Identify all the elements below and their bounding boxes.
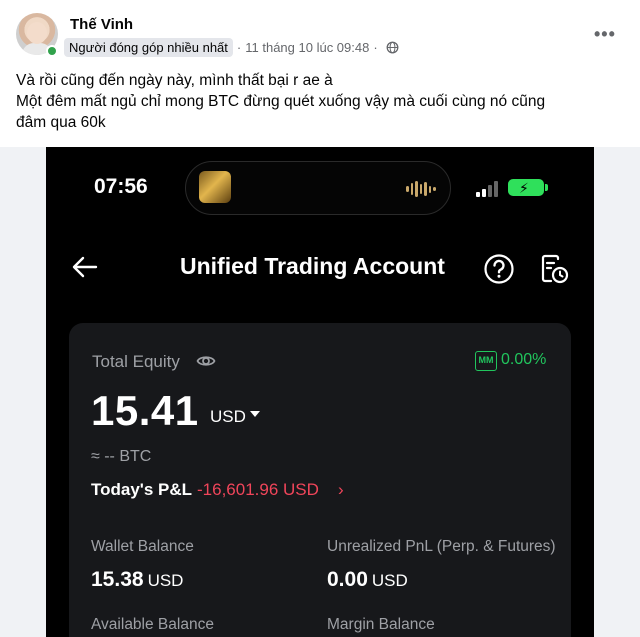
unrealized-pnl-unit: USD — [371, 571, 408, 590]
account-card: Total Equity MM 0.00% 15.41 USD ≈ -- BTC… — [69, 323, 571, 637]
mm-rate: 0.00% — [501, 351, 547, 368]
total-equity-label: Total Equity — [92, 352, 180, 371]
meta-separator: · — [236, 39, 242, 55]
history-icon[interactable] — [538, 253, 570, 285]
pnl-label[interactable]: Today's P&L — [91, 480, 192, 500]
charging-bolt-icon: ⚡ — [519, 180, 529, 196]
available-balance-label: Available Balance — [91, 616, 214, 633]
equity-value: 15.41 — [91, 387, 199, 434]
chevron-right-icon[interactable]: › — [338, 480, 344, 500]
dynamic-island — [185, 161, 451, 215]
eye-icon[interactable] — [196, 351, 216, 371]
back-arrow-icon[interactable] — [72, 256, 98, 278]
status-time: 07:56 — [94, 175, 148, 198]
avatar-face — [27, 22, 47, 44]
margin-balance-label: Margin Balance — [327, 616, 435, 633]
page-title: Unified Trading Account — [180, 253, 445, 279]
wallet-balance-value: 15.38 — [91, 568, 144, 591]
now-playing-thumbnail — [199, 171, 231, 203]
pnl-value[interactable]: -16,601.96 USD — [197, 480, 319, 500]
post-photo[interactable]: 07:56 ⚡ Unified Trading Account Total Eq… — [0, 147, 640, 637]
signal-icon — [476, 181, 498, 197]
btc-equivalent: ≈ -- BTC — [91, 448, 152, 465]
wallet-balance-unit: USD — [147, 571, 184, 590]
post-text-line: đâm qua 60k — [16, 114, 106, 131]
unrealized-pnl: 0.00 USD — [327, 568, 408, 592]
top-contributor-badge[interactable]: Người đóng góp nhiều nhất — [64, 37, 233, 57]
online-status-dot — [46, 45, 58, 57]
wallet-balance-label: Wallet Balance — [91, 538, 194, 555]
post-timestamp[interactable]: 11 tháng 10 lúc 09:48 — [245, 40, 369, 55]
post-text: Và rồi cũng đến ngày này, mình thất bại … — [16, 70, 616, 133]
meta-separator-2: · — [373, 39, 378, 55]
phone-screen: 07:56 ⚡ Unified Trading Account Total Eq… — [46, 147, 594, 637]
caret-down-icon[interactable] — [250, 411, 260, 417]
post-text-line: Và rồi cũng đến ngày này, mình thất bại … — [16, 72, 333, 89]
unrealized-pnl-value: 0.00 — [327, 568, 368, 591]
post-text-line: Một đêm mất ngủ chỉ mong BTC đừng quét x… — [16, 93, 546, 110]
mm-badge[interactable]: MM — [475, 351, 497, 371]
unrealized-pnl-label: Unrealized PnL (Perp. & Futures) — [327, 538, 556, 555]
author-name[interactable]: Thế Vinh — [70, 16, 133, 33]
wallet-balance: 15.38 USD — [91, 568, 183, 592]
more-options-button[interactable]: ••• — [594, 24, 616, 45]
audio-wave-icon — [406, 181, 436, 197]
help-icon[interactable] — [483, 253, 515, 285]
facebook-post: Thế Vinh Người đóng góp nhiều nhất · 11 … — [0, 0, 640, 147]
post-meta: Người đóng góp nhiều nhất · 11 tháng 10 … — [64, 37, 399, 57]
battery-icon: ⚡ — [508, 179, 548, 196]
equity-unit-select[interactable]: USD — [210, 407, 246, 427]
globe-icon[interactable] — [386, 41, 399, 54]
